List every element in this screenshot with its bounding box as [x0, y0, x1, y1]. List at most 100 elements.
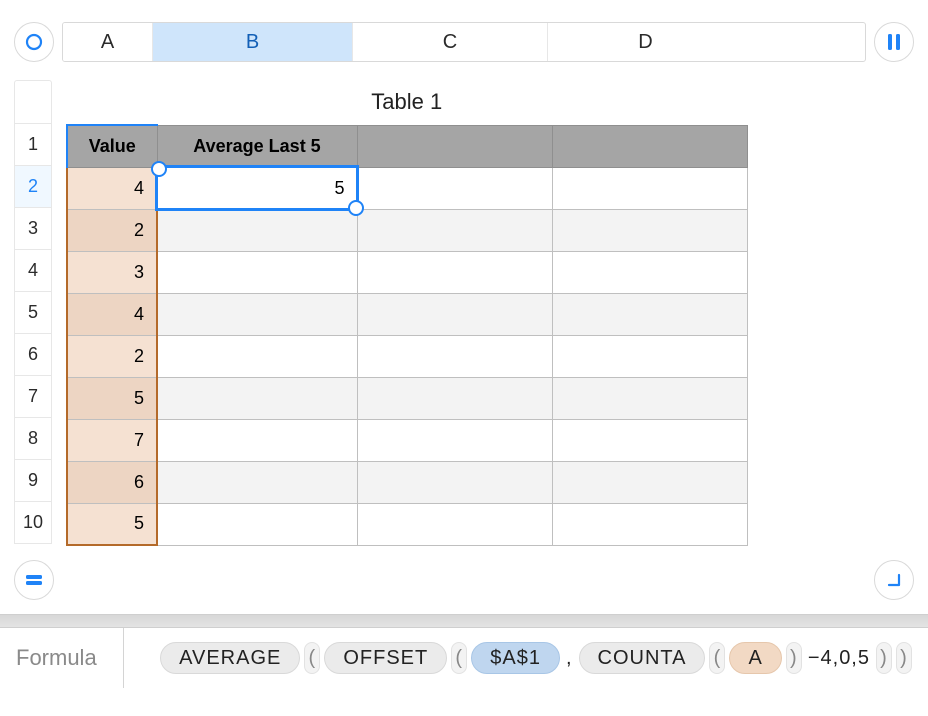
cell[interactable]	[157, 335, 357, 377]
cell[interactable]	[552, 377, 747, 419]
row-header-6[interactable]: 6	[14, 334, 52, 376]
row-header-10[interactable]: 10	[14, 502, 52, 544]
token-text: COUNTA	[598, 647, 687, 670]
header-cell-d[interactable]	[552, 125, 747, 167]
cell[interactable]	[357, 293, 552, 335]
formula-editor[interactable]: AVERAGE ( OFFSET ( $A$1 , COUNTA ( A ) −…	[124, 642, 912, 674]
row-header-2[interactable]: 2	[14, 166, 52, 208]
row-header-label: 4	[28, 260, 38, 281]
cell[interactable]: 6	[67, 461, 157, 503]
formula-token-open-paren: (	[709, 642, 725, 674]
cell-value: 5	[134, 513, 144, 533]
cell[interactable]	[552, 419, 747, 461]
cell-value: 2	[134, 220, 144, 240]
formula-label: Formula	[16, 628, 124, 688]
token-text: ,	[566, 647, 573, 669]
table-header-row: Value Average Last 5	[67, 125, 747, 167]
cell[interactable]: 7	[67, 419, 157, 461]
cell[interactable]	[552, 209, 747, 251]
cell[interactable]	[157, 209, 357, 251]
cell[interactable]	[552, 461, 747, 503]
row-header-7[interactable]: 7	[14, 376, 52, 418]
cell-value: 3	[134, 262, 144, 282]
cell[interactable]	[357, 251, 552, 293]
cell-value: 2	[134, 346, 144, 366]
corner-handle-button[interactable]	[874, 560, 914, 600]
row-header-9[interactable]: 9	[14, 460, 52, 502]
cell[interactable]	[357, 503, 552, 545]
table-row: 7	[67, 419, 747, 461]
table-row: 6	[67, 461, 747, 503]
cell[interactable]	[357, 461, 552, 503]
row-header-1[interactable]: 1	[14, 124, 52, 166]
cell[interactable]	[157, 251, 357, 293]
formula-token-close-paren: )	[876, 642, 892, 674]
row-headers: 1 2 3 4 5 6 7 8 9 10	[14, 80, 52, 546]
cell[interactable]	[357, 167, 552, 209]
select-all-handle[interactable]	[14, 22, 54, 62]
formula-token-func[interactable]: COUNTA	[579, 642, 706, 674]
cell[interactable]	[157, 419, 357, 461]
pane-divider[interactable]	[0, 614, 928, 628]
table-title[interactable]: Table 1	[66, 80, 748, 124]
cell[interactable]	[552, 335, 747, 377]
table-row: 4 5	[67, 167, 747, 209]
cell[interactable]	[552, 251, 747, 293]
row-header-8[interactable]: 8	[14, 418, 52, 460]
cell-value: 4	[134, 178, 144, 198]
token-text: A	[748, 647, 762, 670]
formula-token-func[interactable]: OFFSET	[324, 642, 447, 674]
cell[interactable]: 4	[67, 167, 157, 209]
cell[interactable]	[157, 461, 357, 503]
cell[interactable]: 5	[67, 503, 157, 545]
row-header-5[interactable]: 5	[14, 292, 52, 334]
cell-value: 6	[134, 472, 144, 492]
row-header-3[interactable]: 3	[14, 208, 52, 250]
cell[interactable]: 3	[67, 251, 157, 293]
col-header-label: A	[101, 31, 114, 54]
row-header-4[interactable]: 4	[14, 250, 52, 292]
table-row: 2	[67, 209, 747, 251]
row-header-label: 10	[23, 512, 43, 533]
header-cell-a[interactable]: Value	[67, 125, 157, 167]
cell[interactable]	[357, 419, 552, 461]
table-row: 4	[67, 293, 747, 335]
table-row: 2	[67, 335, 747, 377]
cell[interactable]	[157, 503, 357, 545]
formula-token-ref[interactable]: $A$1	[471, 642, 560, 674]
header-cell-c[interactable]	[357, 125, 552, 167]
header-cell-b[interactable]: Average Last 5	[157, 125, 357, 167]
formula-label-text: Formula	[16, 645, 97, 671]
col-header-a[interactable]: A	[63, 23, 153, 61]
cell[interactable]	[357, 335, 552, 377]
header-cell-text: Average Last 5	[193, 136, 320, 156]
selected-cell[interactable]: 5	[157, 167, 357, 209]
col-header-d[interactable]: D	[548, 23, 743, 61]
token-text: $A$1	[490, 647, 541, 670]
row-header-label: 7	[28, 386, 38, 407]
cell[interactable]: 5	[67, 377, 157, 419]
col-header-b[interactable]: B	[153, 23, 353, 61]
add-row-button[interactable]	[14, 560, 54, 600]
formula-token-open-paren: (	[451, 642, 467, 674]
col-header-c[interactable]: C	[353, 23, 548, 61]
cell[interactable]: 2	[67, 209, 157, 251]
cell[interactable]	[157, 377, 357, 419]
cell[interactable]	[157, 293, 357, 335]
cell[interactable]	[552, 293, 747, 335]
cell[interactable]	[357, 377, 552, 419]
formula-token-func[interactable]: AVERAGE	[160, 642, 300, 674]
row-header-label: 3	[28, 218, 38, 239]
row-header-label: 6	[28, 344, 38, 365]
formula-bar: Formula AVERAGE ( OFFSET ( $A$1 , COUNTA…	[0, 628, 928, 688]
table-row: 5	[67, 503, 747, 545]
cell-value: 4	[134, 304, 144, 324]
add-column-button[interactable]	[874, 22, 914, 62]
cell[interactable]: 4	[67, 293, 157, 335]
formula-token-ref[interactable]: A	[729, 642, 781, 674]
cell[interactable]: 2	[67, 335, 157, 377]
cell[interactable]	[552, 503, 747, 545]
cell[interactable]	[357, 209, 552, 251]
row-header-label: 1	[28, 134, 38, 155]
cell[interactable]	[552, 167, 747, 209]
